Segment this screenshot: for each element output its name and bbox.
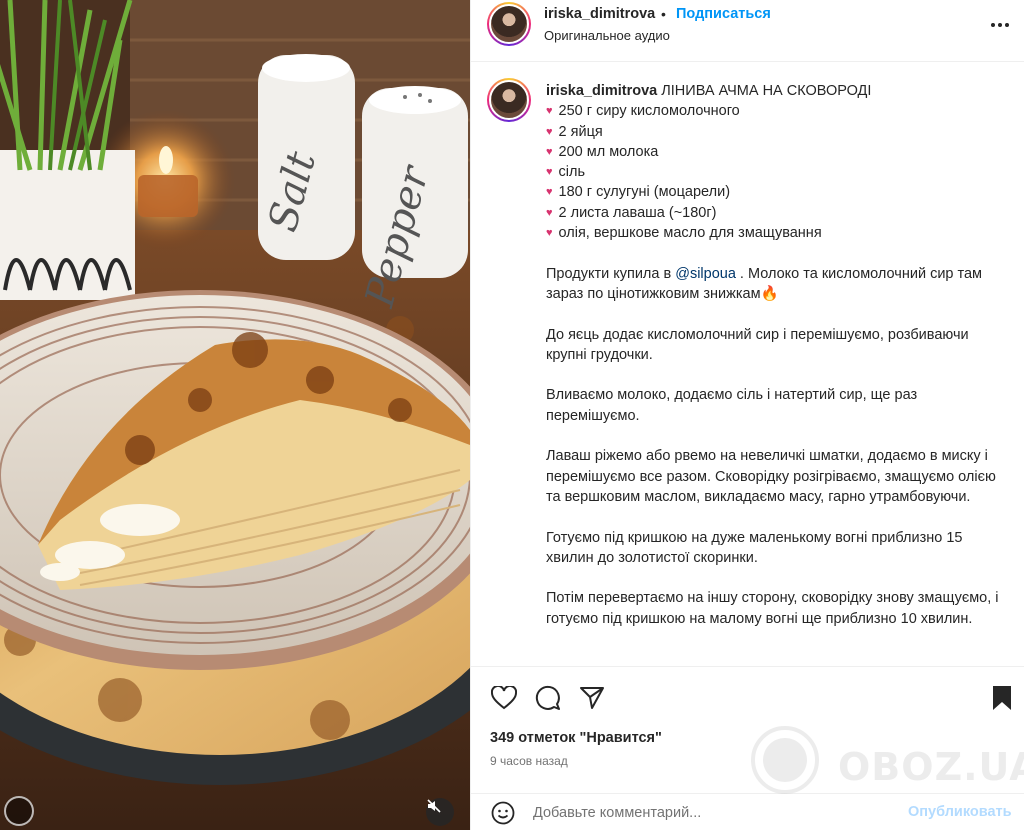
more-horizontal-icon: [991, 23, 1009, 27]
comment-button[interactable]: [533, 683, 563, 713]
heart-bullet-icon: ♥: [546, 125, 553, 138]
caption-title: ЛІНИВА АЧМА НА СКОВОРОДІ: [661, 83, 872, 99]
watermark-text: OBOZ.UA: [838, 745, 1024, 789]
audio-label[interactable]: Оригинальное аудио: [544, 28, 670, 43]
heart-bullet-icon: ♥: [546, 227, 553, 240]
post-time[interactable]: 9 часов назад: [490, 754, 568, 768]
like-button[interactable]: [489, 683, 519, 713]
heart-bullet-icon: ♥: [546, 166, 553, 179]
caption-paragraph: До яєць додає кисломолочний сир і перемі…: [546, 326, 969, 363]
post-media[interactable]: Salt Pepper: [0, 0, 470, 830]
ingredient-item: ♥ олія, вершкове масло для змащування: [546, 225, 822, 242]
heart-bullet-icon: ♥: [546, 186, 553, 199]
separator-dot: •: [661, 6, 666, 22]
heart-bullet-icon: ♥: [546, 206, 553, 219]
caption-shop-paragraph: Продукти купила в @silpoua . Молоко та к…: [546, 265, 983, 302]
post-header: iriska_dimitrova • Подписаться Оригиналь…: [471, 0, 1024, 62]
send-icon: [580, 687, 604, 709]
caption-area[interactable]: iriska_dimitrova ЛІНИВА АЧМА НА СКОВОРОД…: [471, 63, 1024, 665]
follow-button[interactable]: Подписаться: [676, 6, 771, 22]
watermark: OBOZ.UA: [732, 725, 1024, 795]
author-avatar[interactable]: [487, 2, 531, 46]
caption-paragraph: Лаваш ріжемо або рвемо на невеличкі шмат…: [546, 448, 996, 505]
heart-bullet-icon: ♥: [546, 105, 553, 118]
author-username[interactable]: iriska_dimitrova: [544, 6, 655, 22]
food-photo: Salt Pepper: [0, 0, 470, 830]
post-panel: iriska_dimitrova • Подписаться Оригиналь…: [470, 0, 1024, 830]
mention-link[interactable]: @silpoua: [675, 266, 736, 282]
more-options-button[interactable]: [989, 14, 1011, 36]
mute-button[interactable]: [426, 798, 454, 826]
caption-paragraph: Потім перевертаємо на іншу сторону, сков…: [546, 590, 999, 627]
ingredient-item: ♥ 200 мл молока: [546, 143, 659, 160]
emoji-icon: [491, 801, 515, 825]
caption-username[interactable]: iriska_dimitrova: [546, 83, 657, 99]
comment-input[interactable]: [533, 801, 893, 825]
comment-icon: [535, 685, 560, 710]
ingredient-item: ♥ 2 листа лаваша (~180г): [546, 204, 717, 221]
ingredient-item: ♥ 250 г сиру кисломолочного: [546, 103, 740, 120]
ingredient-item: ♥ 180 г сулугуні (моцарели): [546, 184, 731, 201]
ingredient-item: ♥ сіль: [546, 164, 586, 181]
bookmark-icon: [993, 686, 1011, 710]
media-tag-avatar[interactable]: [4, 796, 34, 826]
publish-button[interactable]: Опубликовать: [908, 804, 1012, 820]
caption-text: iriska_dimitrova ЛІНИВА АЧМА НА СКОВОРОД…: [546, 81, 1006, 629]
emoji-button[interactable]: [489, 799, 517, 827]
share-button[interactable]: [577, 683, 607, 713]
heart-bullet-icon: ♥: [546, 145, 553, 158]
comment-bar: Опубликовать: [471, 793, 1024, 830]
watermark-logo-icon: [751, 726, 819, 794]
heart-icon: [491, 686, 517, 710]
ingredient-item: ♥ 2 яйця: [546, 123, 603, 140]
caption-avatar[interactable]: [487, 78, 531, 122]
likes-count[interactable]: 349 отметок "Нравится": [490, 730, 662, 746]
save-button[interactable]: [987, 683, 1017, 713]
caption-paragraph: Вливаємо молоко, додаємо сіль і натертий…: [546, 387, 918, 424]
mute-icon: [427, 799, 441, 813]
caption-paragraph: Готуємо під кришкою на дуже маленькому в…: [546, 529, 963, 566]
